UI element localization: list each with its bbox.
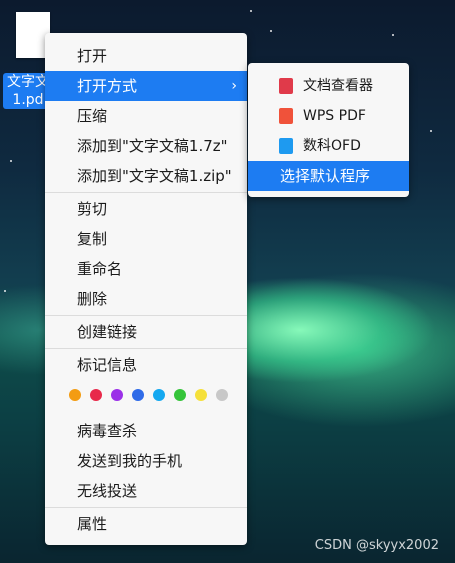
watermark: CSDN @skyyx2002 (314, 538, 439, 553)
star (4, 290, 6, 292)
star (250, 10, 252, 12)
menu-item-wireless-share[interactable]: 无线投送 (45, 476, 247, 506)
menu-item-compress[interactable]: 压缩 (45, 101, 247, 131)
menu-item-send-to-phone[interactable]: 发送到我的手机 (45, 446, 247, 476)
menu-item-properties[interactable]: 属性 (45, 509, 247, 539)
tag-color-orange[interactable] (69, 389, 81, 401)
star (392, 34, 394, 36)
menu-item-rename[interactable]: 重命名 (45, 254, 247, 284)
tag-color-green[interactable] (174, 389, 186, 401)
menu-divider (45, 315, 247, 316)
open-with-submenu: 文档查看器 WPS PDF 数科OFD 选择默认程序 (248, 63, 409, 197)
document-viewer-icon (279, 78, 293, 94)
menu-divider (45, 348, 247, 349)
menu-item-add-to-7z[interactable]: 添加到"文字文稿1.7z" (45, 131, 247, 161)
star (10, 160, 12, 162)
menu-item-open[interactable]: 打开 (45, 41, 247, 71)
tag-color-cyan[interactable] (153, 389, 165, 401)
submenu-item-choose-default[interactable]: 选择默认程序 (248, 161, 409, 191)
tag-color-gray[interactable] (216, 389, 228, 401)
menu-item-create-link[interactable]: 创建链接 (45, 317, 247, 347)
tag-color-yellow[interactable] (195, 389, 207, 401)
submenu-item-label: 文档查看器 (303, 78, 373, 94)
star (430, 130, 432, 132)
submenu-item-label: WPS PDF (303, 108, 366, 124)
menu-divider (45, 192, 247, 193)
tag-color-blue[interactable] (132, 389, 144, 401)
menu-item-virus-scan[interactable]: 病毒查杀 (45, 416, 247, 446)
wps-pdf-icon (279, 108, 293, 124)
submenu-item-ofd[interactable]: 数科OFD (248, 131, 409, 161)
submenu-item-wps-pdf[interactable]: WPS PDF (248, 101, 409, 131)
tag-color-purple[interactable] (111, 389, 123, 401)
tag-color-row (45, 380, 247, 410)
context-menu: 打开 打开方式 › 压缩 添加到"文字文稿1.7z" 添加到"文字文稿1.zip… (45, 33, 247, 545)
ofd-icon (279, 138, 293, 154)
menu-item-open-with[interactable]: 打开方式 › (45, 71, 247, 101)
star (270, 30, 272, 32)
chevron-right-icon: › (231, 78, 237, 94)
tag-color-red[interactable] (90, 389, 102, 401)
menu-item-open-with-label: 打开方式 (77, 77, 138, 95)
menu-divider (45, 507, 247, 508)
menu-item-tag-info[interactable]: 标记信息 (45, 350, 247, 380)
menu-item-delete[interactable]: 删除 (45, 284, 247, 314)
menu-item-cut[interactable]: 剪切 (45, 194, 247, 224)
menu-item-copy[interactable]: 复制 (45, 224, 247, 254)
menu-item-add-to-zip[interactable]: 添加到"文字文稿1.zip" (45, 161, 247, 191)
submenu-item-label: 数科OFD (303, 138, 361, 154)
submenu-item-document-viewer[interactable]: 文档查看器 (248, 71, 409, 101)
